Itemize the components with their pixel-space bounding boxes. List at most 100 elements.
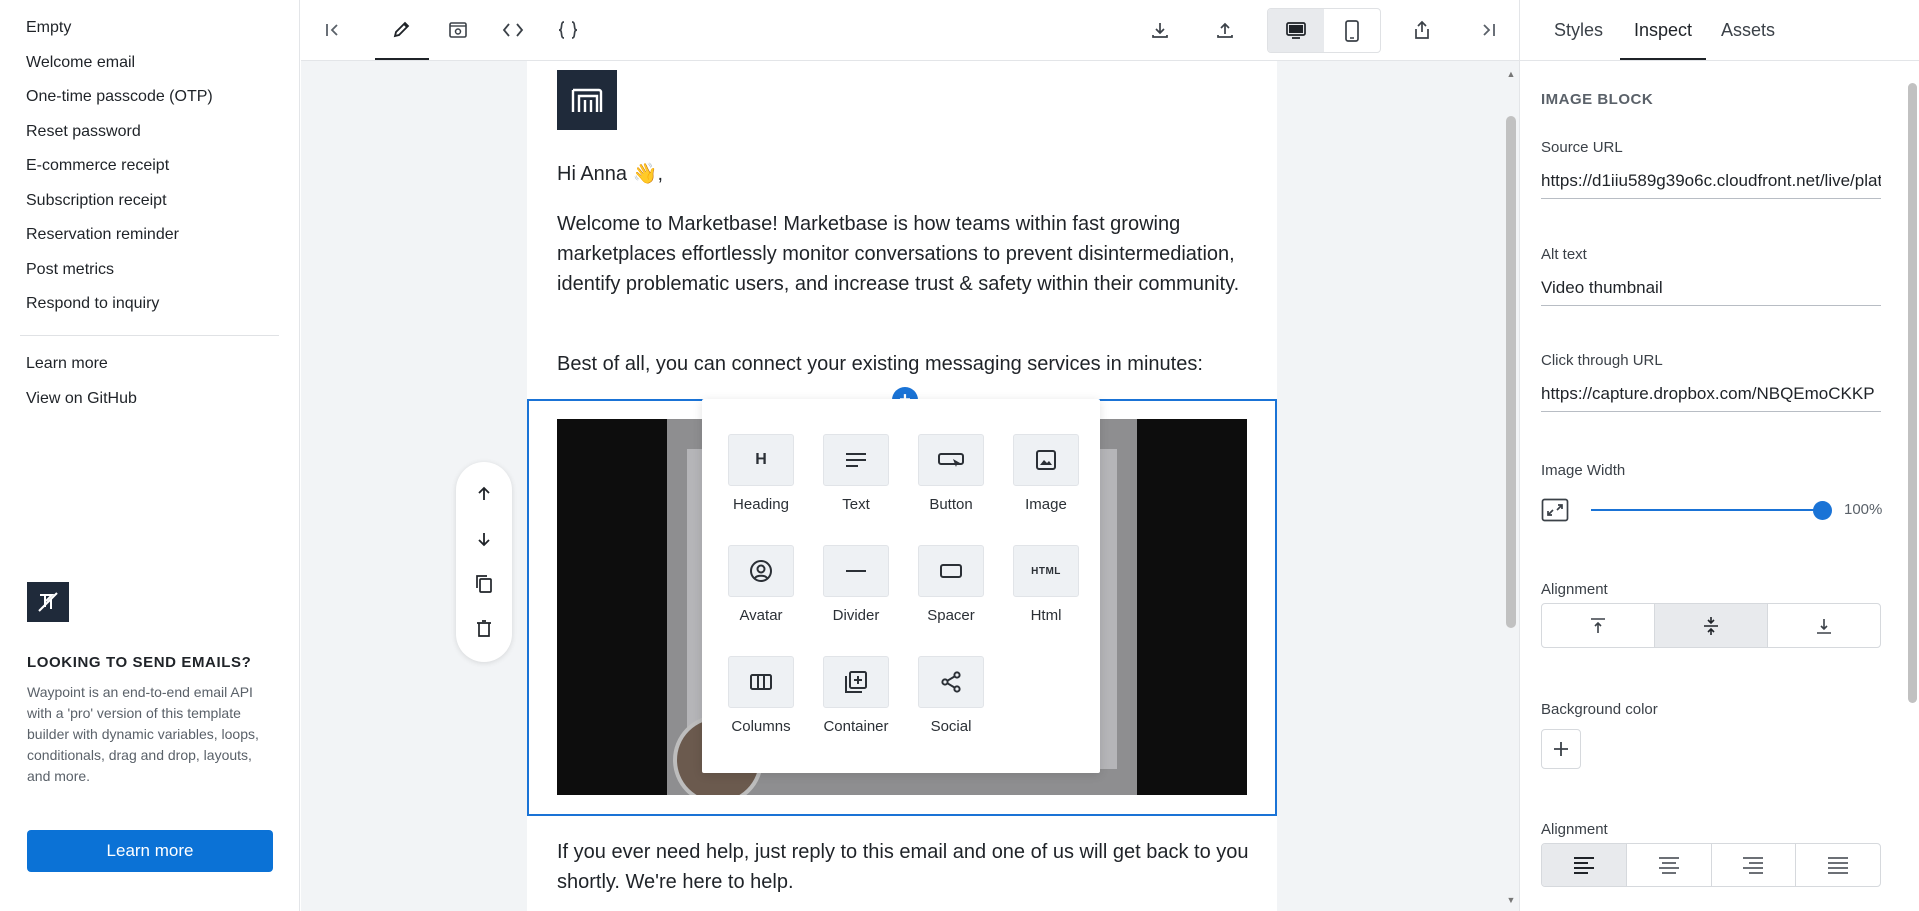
- github-link[interactable]: View on GitHub: [0, 387, 299, 422]
- collapse-left-icon[interactable]: [306, 0, 360, 60]
- template-item-ecommerce-receipt[interactable]: E-commerce receipt: [0, 154, 299, 189]
- email-paragraph-intro[interactable]: Welcome to Marketbase! Marketbase is how…: [557, 209, 1257, 299]
- click-url-label: Click through URL: [1541, 352, 1663, 369]
- device-toggle: [1267, 8, 1381, 53]
- align-center-icon[interactable]: [1627, 844, 1712, 886]
- social-icon: [918, 656, 984, 708]
- align-bottom-icon[interactable]: [1768, 604, 1880, 647]
- align-left-icon[interactable]: [1542, 844, 1627, 886]
- template-item-otp[interactable]: One-time passcode (OTP): [0, 85, 299, 120]
- template-item-respond-to-inquiry[interactable]: Respond to inquiry: [0, 292, 299, 327]
- expand-icon[interactable]: [1541, 498, 1569, 527]
- align-middle-icon[interactable]: [1655, 604, 1768, 647]
- image-width-slider-thumb[interactable]: [1813, 501, 1832, 520]
- code-icon[interactable]: [486, 0, 540, 60]
- mobile-icon[interactable]: [1324, 9, 1380, 52]
- avatar-icon: [728, 545, 794, 597]
- block-option-social[interactable]: Social: [918, 656, 984, 735]
- add-color-icon[interactable]: [1541, 729, 1581, 769]
- block-option-html[interactable]: HTML Html: [1013, 545, 1079, 624]
- image-width-value: 100%: [1844, 501, 1883, 518]
- editor-toolbar: [301, 0, 1519, 61]
- email-paragraph-help[interactable]: If you ever need help, just reply to thi…: [557, 837, 1257, 897]
- block-option-spacer[interactable]: Spacer: [918, 545, 984, 624]
- divider-icon: [823, 545, 889, 597]
- promo-card: LOOKING TO SEND EMAILS? Waypoint is an e…: [27, 582, 277, 872]
- block-option-image[interactable]: Image: [1013, 434, 1079, 513]
- image-width-slider[interactable]: [1591, 509, 1823, 511]
- image-icon: [1013, 434, 1079, 486]
- spacer-icon: [918, 545, 984, 597]
- section-title: IMAGE BLOCK: [1541, 91, 1654, 108]
- move-up-icon[interactable]: [470, 480, 498, 508]
- canvas-scroll-thumb[interactable]: [1506, 116, 1516, 628]
- email-paragraph-connect[interactable]: Best of all, you can connect your existi…: [557, 349, 1257, 379]
- text-alignment-group: [1541, 843, 1881, 887]
- delete-icon[interactable]: [470, 615, 498, 643]
- inspector-scroll-thumb[interactable]: [1908, 83, 1917, 703]
- vertical-alignment-group: [1541, 603, 1881, 648]
- template-list: Empty Welcome email One-time passcode (O…: [0, 0, 299, 327]
- inspector-scrollbar[interactable]: [1904, 61, 1919, 911]
- duplicate-icon[interactable]: [470, 570, 498, 598]
- block-option-button[interactable]: Button: [918, 434, 984, 513]
- template-sidebar: Empty Welcome email One-time passcode (O…: [0, 0, 300, 911]
- align-top-icon[interactable]: [1542, 604, 1655, 647]
- marketbase-logo-icon[interactable]: [557, 70, 617, 130]
- learn-more-link[interactable]: Learn more: [0, 352, 299, 387]
- block-option-container[interactable]: Container: [823, 656, 889, 735]
- promo-text: Waypoint is an end-to-end email API with…: [27, 684, 259, 784]
- columns-icon: [728, 656, 794, 708]
- template-item-post-metrics[interactable]: Post metrics: [0, 258, 299, 293]
- text-icon: [823, 434, 889, 486]
- container-icon: [823, 656, 889, 708]
- click-url-input[interactable]: [1541, 376, 1881, 412]
- template-item-empty[interactable]: Empty: [0, 16, 299, 51]
- desktop-icon[interactable]: [1268, 9, 1324, 52]
- sidebar-divider: [20, 334, 279, 336]
- promo-title: LOOKING TO SEND EMAILS?: [27, 654, 252, 671]
- image-width-row: 100%: [1541, 495, 1886, 525]
- email-greeting[interactable]: Hi Anna 👋,: [557, 159, 1257, 189]
- background-color-label: Background color: [1541, 701, 1658, 718]
- template-item-reservation-reminder[interactable]: Reservation reminder: [0, 223, 299, 258]
- waypoint-logo-icon: [27, 582, 69, 622]
- align-right-icon[interactable]: [1712, 844, 1797, 886]
- source-url-input[interactable]: [1541, 163, 1881, 199]
- pencil-icon[interactable]: [375, 0, 429, 60]
- align-justify-icon[interactable]: [1796, 844, 1880, 886]
- block-option-divider[interactable]: Divider: [823, 545, 889, 624]
- block-option-avatar[interactable]: Avatar: [728, 545, 794, 624]
- block-option-text[interactable]: Text: [823, 434, 889, 513]
- braces-icon[interactable]: [541, 0, 595, 60]
- download-icon[interactable]: [1133, 0, 1187, 60]
- eye-icon[interactable]: [431, 0, 485, 60]
- button-icon: [918, 434, 984, 486]
- text-alignment-label: Alignment: [1541, 821, 1608, 838]
- alt-text-input[interactable]: [1541, 270, 1881, 306]
- tab-assets[interactable]: Assets: [1707, 0, 1789, 60]
- template-item-welcome-email[interactable]: Welcome email: [0, 51, 299, 86]
- share-icon[interactable]: [1395, 0, 1449, 60]
- tab-inspect[interactable]: Inspect: [1620, 0, 1707, 60]
- alt-text-label: Alt text: [1541, 246, 1587, 263]
- image-width-label: Image Width: [1541, 462, 1626, 479]
- upload-icon[interactable]: [1198, 0, 1252, 60]
- scroll-down-icon[interactable]: ▼: [1506, 895, 1516, 905]
- tab-styles[interactable]: Styles: [1540, 0, 1617, 60]
- block-actions: [456, 462, 512, 662]
- template-item-subscription-receipt[interactable]: Subscription receipt: [0, 189, 299, 224]
- promo-learn-more-button[interactable]: Learn more: [27, 830, 273, 872]
- email-canvas: Hi Anna 👋, Welcome to Marketbase! Market…: [301, 61, 1503, 911]
- scroll-up-icon[interactable]: ▲: [1506, 69, 1516, 79]
- canvas-scrollbar[interactable]: ▲ ▼: [1503, 61, 1519, 911]
- alignment-label: Alignment: [1541, 581, 1608, 598]
- block-option-heading[interactable]: H Heading: [728, 434, 794, 513]
- move-down-icon[interactable]: [470, 525, 498, 553]
- collapse-right-icon[interactable]: [1461, 0, 1515, 60]
- inspector-panel: Styles Inspect Assets IMAGE BLOCK Source…: [1519, 0, 1919, 911]
- heading-icon: H: [728, 434, 794, 486]
- template-item-reset-password[interactable]: Reset password: [0, 120, 299, 155]
- source-url-label: Source URL: [1541, 139, 1623, 156]
- block-option-columns[interactable]: Columns: [728, 656, 794, 735]
